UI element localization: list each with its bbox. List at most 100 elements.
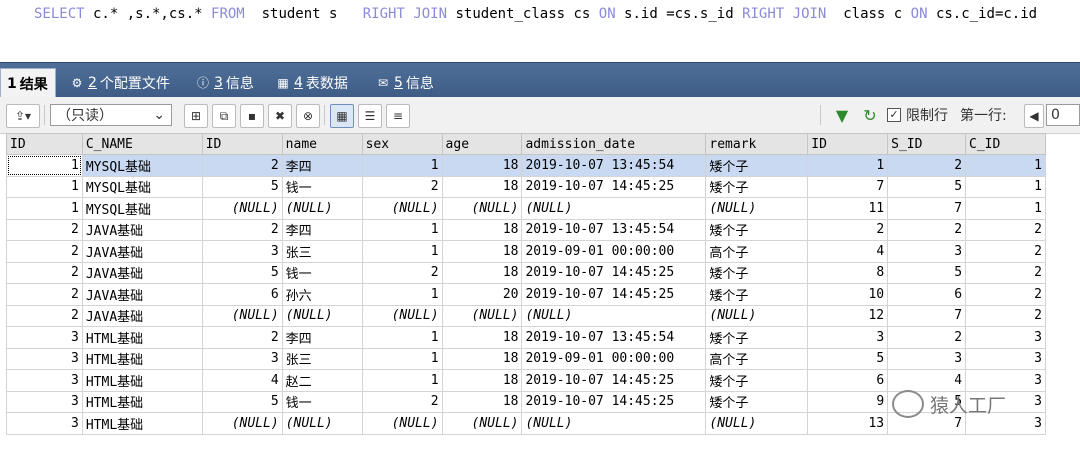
column-header-id[interactable]: ID [807,133,889,155]
table-cell[interactable]: 1 [965,175,1046,198]
table-cell[interactable]: (NULL) [361,412,443,435]
table-cell[interactable]: 2 [965,283,1046,306]
table-cell[interactable]: 3 [6,412,83,435]
sql-query-line[interactable]: SELECT c.* ,s.*,cs.* FROM student s RIGH… [34,6,1037,22]
table-cell[interactable]: 6 [807,369,889,392]
table-cell[interactable]: 3 [887,240,967,263]
tab-profiles[interactable]: ⚙ 2 个配置文件 [64,68,176,98]
table-cell[interactable]: MYSQL基础 [81,197,203,220]
table-row[interactable]: 2 JAVA基础 (NULL) (NULL) (NULL) (NULL) (NULL) (NU… [6,304,1046,327]
column-header-age[interactable]: age [441,133,523,155]
table-cell[interactable]: 张三 [281,240,363,263]
table-cell[interactable]: 3 [6,326,83,349]
column-header-name[interactable]: name [281,133,363,155]
table-cell[interactable]: 5 [201,175,283,198]
table-cell[interactable]: (NULL) [281,197,363,220]
table-cell[interactable]: HTML基础 [81,347,203,370]
table-row[interactable]: 1 MYSQL基础 5 钱一 2 18 2019-10-07 14:45:25 矮个子 7 5 1 [6,175,1046,198]
sql-editor[interactable]: SELECT c.* ,s.*,cs.* FROM student s RIGH… [0,0,1080,48]
table-cell[interactable]: 矮个子 [705,261,809,284]
table-cell[interactable]: (NULL) [705,304,809,327]
table-cell[interactable]: 李四 [281,154,363,177]
save-button[interactable]: ▪ [240,104,264,128]
table-cell[interactable]: 3 [6,347,83,370]
table-cell[interactable]: 6 [201,283,283,306]
table-cell[interactable]: 2 [807,218,889,241]
tab-table-data[interactable]: ▦ 4 表数据 [270,68,354,98]
export-menu-button[interactable]: ⇪▾ [6,104,40,128]
table-cell[interactable]: 5 [807,347,889,370]
table-cell[interactable]: 矮个子 [705,154,809,177]
limit-rows-checkbox[interactable]: ✓ [886,104,902,126]
table-cell[interactable]: 18 [441,390,523,413]
column-header-id[interactable]: ID [201,133,283,155]
table-cell[interactable]: 4 [807,240,889,263]
table-cell[interactable]: 2 [6,304,83,327]
table-cell[interactable]: 矮个子 [705,326,809,349]
table-cell[interactable]: 2019-10-07 13:45:54 [521,326,707,349]
table-cell[interactable]: 3 [807,326,889,349]
table-cell[interactable]: 2 [361,390,443,413]
table-cell[interactable]: 李四 [281,218,363,241]
table-row[interactable]: 3 HTML基础 4 赵二 1 18 2019-10-07 14:45:25 矮个子 6 4 3 [6,369,1046,392]
table-cell[interactable]: MYSQL基础 [81,175,203,198]
previous-page-button[interactable]: ◀ [1024,104,1044,128]
table-cell[interactable]: 矮个子 [705,390,809,413]
table-cell[interactable]: 6 [887,283,967,306]
column-header-sex[interactable]: sex [361,133,443,155]
mode-select[interactable]: （只读） ⌄ [50,104,172,126]
table-cell[interactable]: 2019-10-07 14:45:25 [521,261,707,284]
table-cell[interactable]: 钱一 [281,390,363,413]
table-cell[interactable]: (NULL) [281,412,363,435]
table-row[interactable]: 2 JAVA基础 2 李四 1 18 2019-10-07 13:45:54 矮个子 2 2 2 [6,218,1046,241]
table-cell[interactable]: JAVA基础 [81,304,203,327]
table-cell[interactable]: JAVA基础 [81,261,203,284]
table-cell[interactable]: 18 [441,261,523,284]
table-cell[interactable]: 2 [887,154,967,177]
table-cell[interactable]: (NULL) [361,197,443,220]
table-cell[interactable]: 2019-10-07 14:45:25 [521,390,707,413]
table-cell[interactable]: 1 [361,347,443,370]
table-cell[interactable]: 钱一 [281,175,363,198]
table-cell[interactable]: 5 [201,261,283,284]
table-cell[interactable]: (NULL) [201,197,283,220]
table-cell[interactable]: 2 [361,175,443,198]
table-cell[interactable]: 2019-10-07 14:45:25 [521,369,707,392]
table-cell[interactable]: 7 [887,304,967,327]
table-cell[interactable]: 13 [807,412,889,435]
table-cell[interactable]: 1 [361,218,443,241]
table-cell[interactable]: 4 [887,369,967,392]
tab-messages[interactable]: ✉ 5 信息 [370,68,440,98]
table-cell[interactable]: 20 [441,283,523,306]
table-cell[interactable]: 3 [6,369,83,392]
table-cell[interactable]: 9 [807,390,889,413]
table-row[interactable]: 3 HTML基础 2 李四 1 18 2019-10-07 13:45:54 矮个子 3 2 3 [6,326,1046,349]
table-cell[interactable]: 3 [6,390,83,413]
table-cell[interactable]: HTML基础 [81,412,203,435]
table-cell[interactable]: 5 [201,390,283,413]
table-row[interactable]: 2 JAVA基础 3 张三 1 18 2019-09-01 00:00:00 高个子 4 3 2 [6,240,1046,263]
table-cell[interactable]: (NULL) [201,304,283,327]
grid-view-button[interactable]: ▦ [330,104,354,128]
table-row[interactable]: 3 HTML基础 (NULL) (NULL) (NULL) (NULL) (NULL) (NU… [6,412,1046,435]
refresh-icon[interactable]: ↻ [860,104,880,126]
table-cell[interactable]: 高个子 [705,347,809,370]
table-cell[interactable]: HTML基础 [81,369,203,392]
table-cell[interactable]: 18 [441,175,523,198]
duplicate-row-button[interactable]: ⧉ [212,104,236,128]
table-row[interactable]: 1 MYSQL基础 2 李四 1 18 2019-10-07 13:45:54 矮个子 1 2 1 [6,154,1046,177]
table-cell[interactable]: 1 [6,175,83,198]
table-cell[interactable]: 2 [965,240,1046,263]
table-row[interactable]: 3 HTML基础 3 张三 1 18 2019-09-01 00:00:00 高个子 5 3 3 [6,347,1046,370]
form-view-button[interactable]: ☰ [358,104,382,128]
table-cell[interactable]: 高个子 [705,240,809,263]
table-cell[interactable]: 1 [361,283,443,306]
table-cell[interactable]: (NULL) [521,304,707,327]
table-cell[interactable]: (NULL) [201,412,283,435]
table-cell[interactable]: 12 [807,304,889,327]
table-cell[interactable]: 7 [807,175,889,198]
table-cell[interactable]: 孙六 [281,283,363,306]
table-cell[interactable]: 2 [6,283,83,306]
table-cell[interactable]: 3 [887,347,967,370]
text-view-button[interactable]: ≡ [386,104,410,128]
